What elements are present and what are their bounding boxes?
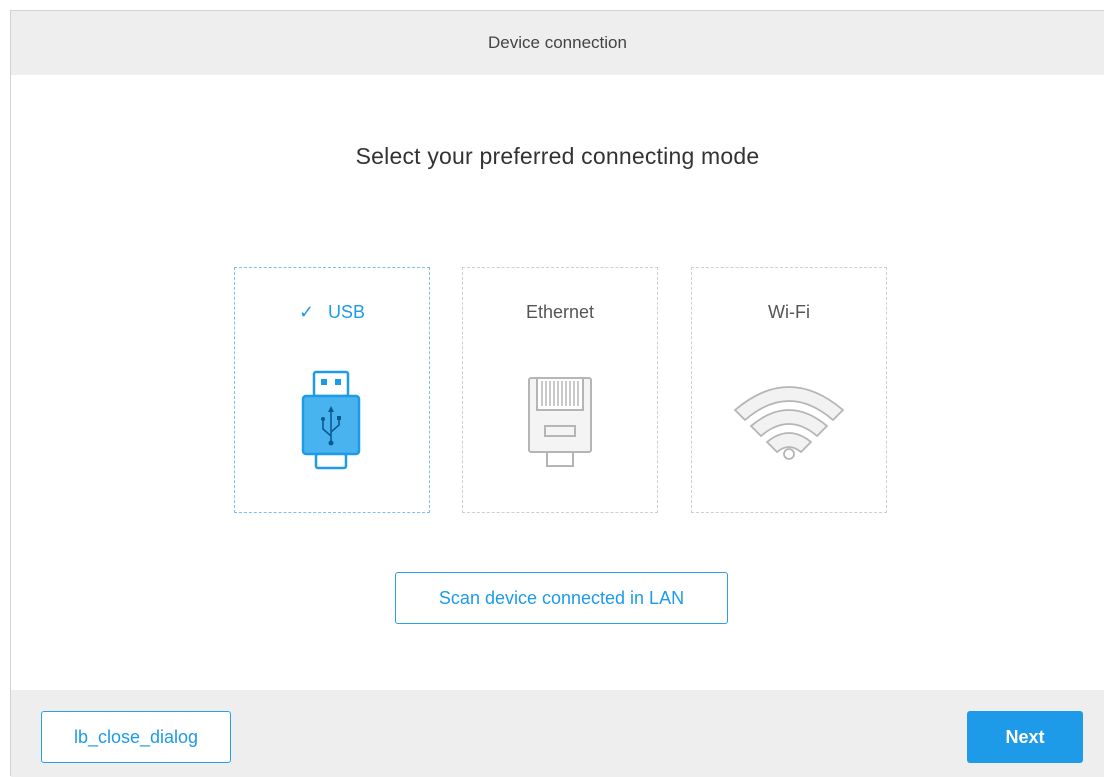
usb-label: USB bbox=[328, 302, 366, 322]
mode-card-wifi[interactable]: Wi-Fi bbox=[691, 267, 887, 513]
dialog-title-bar: Device connection bbox=[11, 11, 1104, 75]
wifi-label: Wi-Fi bbox=[768, 302, 810, 322]
ethernet-icon bbox=[463, 364, 657, 484]
next-button[interactable]: Next bbox=[967, 711, 1083, 763]
ethernet-icon-graphic bbox=[528, 377, 592, 467]
mode-card-usb[interactable]: ✓ USB bbox=[234, 267, 430, 513]
page-heading: Select your preferred connecting mode bbox=[355, 143, 760, 169]
ethernet-label: Ethernet bbox=[525, 302, 595, 322]
check-icon: ✓ bbox=[298, 302, 315, 322]
dialog-title: Device connection bbox=[488, 33, 627, 52]
dialog-footer: lb_close_dialog Next bbox=[11, 690, 1104, 777]
scan-lan-button[interactable]: Scan device connected in LAN bbox=[395, 572, 728, 624]
mode-card-ethernet[interactable]: Ethernet bbox=[462, 267, 658, 513]
device-connection-dialog: Device connection Select your preferred … bbox=[10, 10, 1104, 777]
usb-icon-graphic bbox=[301, 370, 361, 470]
wifi-icon-graphic bbox=[734, 386, 844, 460]
wifi-icon bbox=[692, 364, 886, 484]
usb-icon bbox=[235, 364, 429, 484]
mode-card-usb-label: ✓ USB bbox=[235, 302, 429, 323]
close-dialog-button[interactable]: lb_close_dialog bbox=[41, 711, 231, 763]
